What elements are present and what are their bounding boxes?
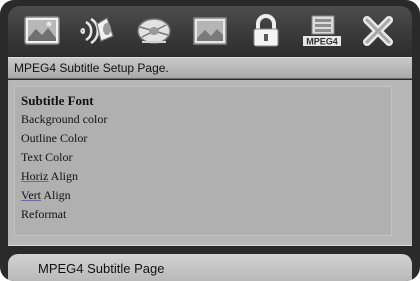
setup-menu-window: MPEG4 MPEG4 Subtitle Setup Page. Subtitl… bbox=[0, 0, 420, 281]
subtitle-menu-list: Subtitle Font Background color Outline C… bbox=[15, 87, 391, 224]
menu-item-text-color[interactable]: Text Color bbox=[21, 148, 391, 167]
subtitle-menu-panel: Subtitle Font Background color Outline C… bbox=[14, 86, 392, 236]
footer-page-label: MPEG4 Subtitle Page bbox=[38, 261, 165, 276]
menu-item-vert-prefix: Vert bbox=[21, 188, 41, 202]
menu-item-horiz-rest: Align bbox=[48, 169, 78, 183]
menu-item-vert-align[interactable]: Vert Align bbox=[21, 186, 391, 205]
mpeg4-icon-label: MPEG4 bbox=[306, 37, 338, 47]
video-setup-icon[interactable] bbox=[131, 11, 177, 51]
menu-item-vert-rest: Align bbox=[41, 188, 71, 202]
audio-setup-icon[interactable] bbox=[75, 11, 121, 51]
password-lock-icon[interactable] bbox=[243, 11, 289, 51]
content-area: Subtitle Font Background color Outline C… bbox=[8, 80, 412, 246]
menu-header-subtitle-font[interactable]: Subtitle Font bbox=[21, 91, 391, 110]
preference-setup-icon[interactable] bbox=[187, 11, 233, 51]
menu-item-horiz-align[interactable]: Horiz Align bbox=[21, 167, 391, 186]
footer-bar: MPEG4 Subtitle Page bbox=[8, 254, 412, 281]
menu-item-horiz-prefix: Horiz bbox=[21, 169, 49, 183]
general-setup-icon[interactable] bbox=[19, 11, 65, 51]
mpeg4-subtitle-icon[interactable]: MPEG4 bbox=[299, 11, 345, 51]
setup-icon-bar: MPEG4 bbox=[8, 6, 412, 56]
menu-item-background-color[interactable]: Background color bbox=[21, 110, 391, 129]
page-title: MPEG4 Subtitle Setup Page. bbox=[14, 61, 169, 75]
page-title-bar: MPEG4 Subtitle Setup Page. bbox=[8, 57, 412, 79]
menu-item-outline-color[interactable]: Outline Color bbox=[21, 129, 391, 148]
exit-icon[interactable] bbox=[355, 11, 401, 51]
menu-item-reformat[interactable]: Reformat bbox=[21, 205, 391, 224]
